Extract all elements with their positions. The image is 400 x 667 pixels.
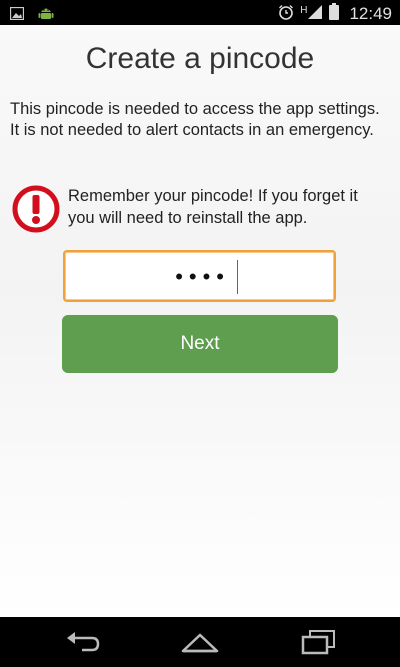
network-h-icon: H: [300, 4, 308, 16]
intro-text: This pincode is needed to access the app…: [10, 100, 380, 139]
status-time: 12:49: [349, 4, 392, 23]
page-title: Create a pincode: [85, 42, 315, 75]
alarm-icon: [278, 4, 294, 25]
recents-icon[interactable]: [298, 629, 338, 655]
status-bar: H 12:49: [0, 0, 400, 25]
pincode-input[interactable]: ••••: [63, 250, 336, 302]
battery-icon: [329, 3, 340, 25]
status-left-icons: [9, 5, 54, 26]
navigation-bar: [0, 617, 400, 667]
warning-text: Remember your pincode! If you forget it …: [68, 187, 358, 227]
alert-icon: [12, 185, 60, 238]
pincode-value: ••••: [175, 264, 230, 289]
android-icon: [38, 5, 54, 26]
signal-icon: [307, 4, 323, 25]
next-button[interactable]: Next: [62, 315, 338, 373]
text-cursor: [237, 260, 238, 294]
back-icon[interactable]: [64, 629, 104, 655]
home-icon[interactable]: [180, 629, 220, 655]
pincode-screen: Create a pincode This pincode is needed …: [0, 25, 400, 617]
status-right-icons: H 12:49: [278, 3, 392, 25]
image-icon: [9, 6, 25, 25]
